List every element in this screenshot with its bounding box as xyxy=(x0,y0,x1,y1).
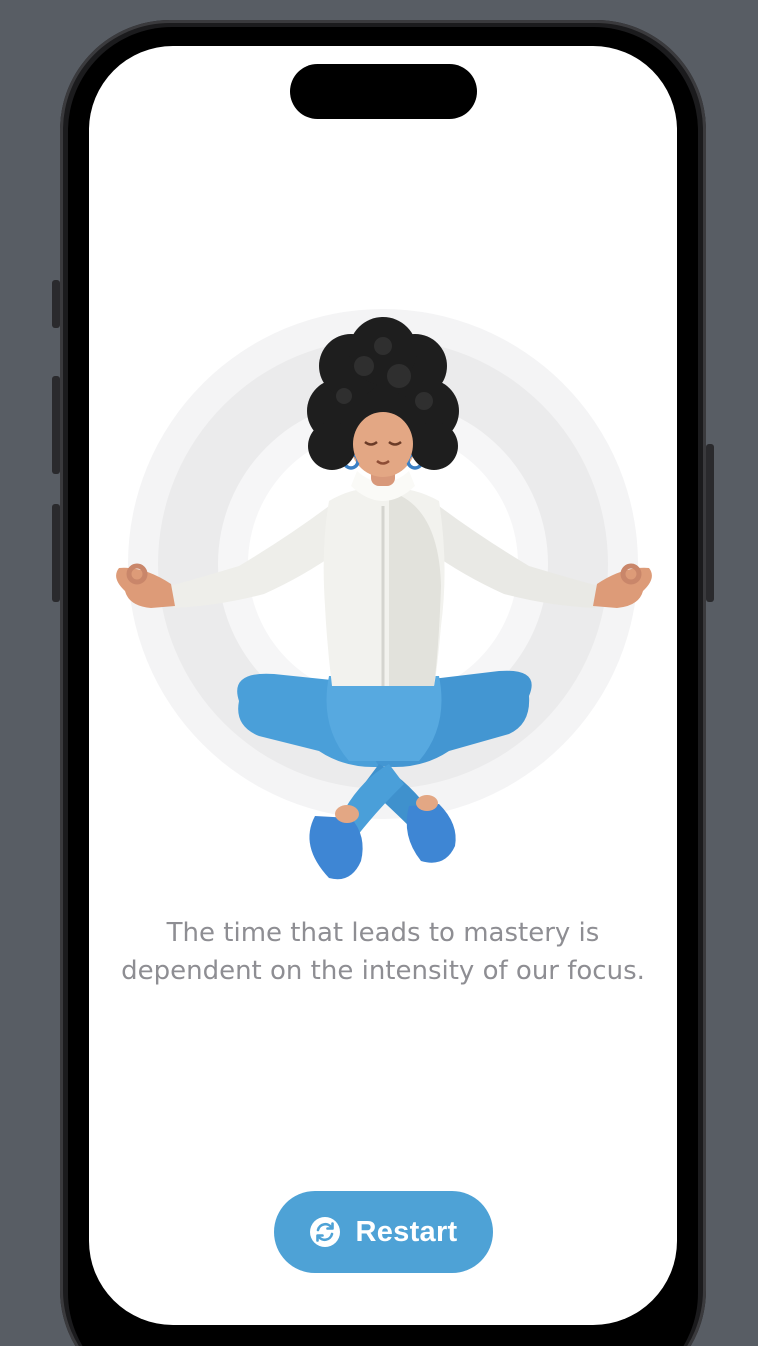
right-ankle xyxy=(416,795,438,811)
left-ankle xyxy=(335,805,359,823)
power-button xyxy=(706,444,714,602)
app-screen: The time that leads to mastery is depend… xyxy=(89,46,677,1325)
quote-line-1: The time that leads to mastery is xyxy=(166,918,600,948)
action-button xyxy=(52,280,60,328)
restart-button[interactable]: Restart xyxy=(274,1191,493,1273)
quote-text: The time that leads to mastery is depend… xyxy=(89,914,677,990)
restart-label: Restart xyxy=(355,1215,458,1248)
pelvis xyxy=(326,676,442,761)
right-shoe xyxy=(406,804,456,863)
restart-arrows-icon xyxy=(309,1216,341,1248)
volume-down-button xyxy=(52,504,60,602)
device-stage: The time that leads to mastery is depend… xyxy=(0,0,758,1346)
quote-line-2: dependent on the intensity of our focus. xyxy=(121,956,645,986)
face-front xyxy=(353,412,413,476)
left-shoe xyxy=(309,816,363,880)
meditation-illustration xyxy=(116,309,652,880)
volume-up-button xyxy=(52,376,60,474)
